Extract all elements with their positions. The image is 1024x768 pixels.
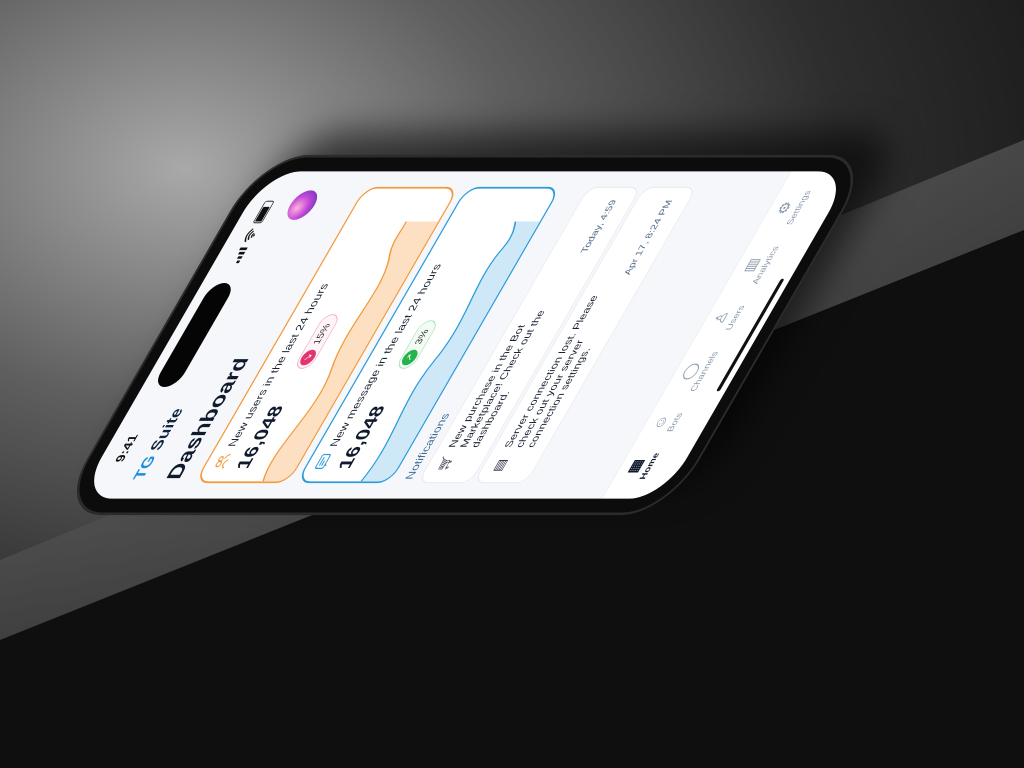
tab-bots[interactable]: ☺ Bots [648,413,713,432]
status-time: 9:41 [113,434,142,463]
message-icon [315,453,331,470]
battery-icon [252,200,275,224]
signal-icon [232,247,248,264]
cart-icon: 🛒︎ [434,454,458,472]
wifi-icon [244,228,256,243]
users-icon [215,453,231,469]
server-icon: ▤ [490,458,511,472]
notification-date: Apr 17, 8:24 PM [621,199,675,276]
